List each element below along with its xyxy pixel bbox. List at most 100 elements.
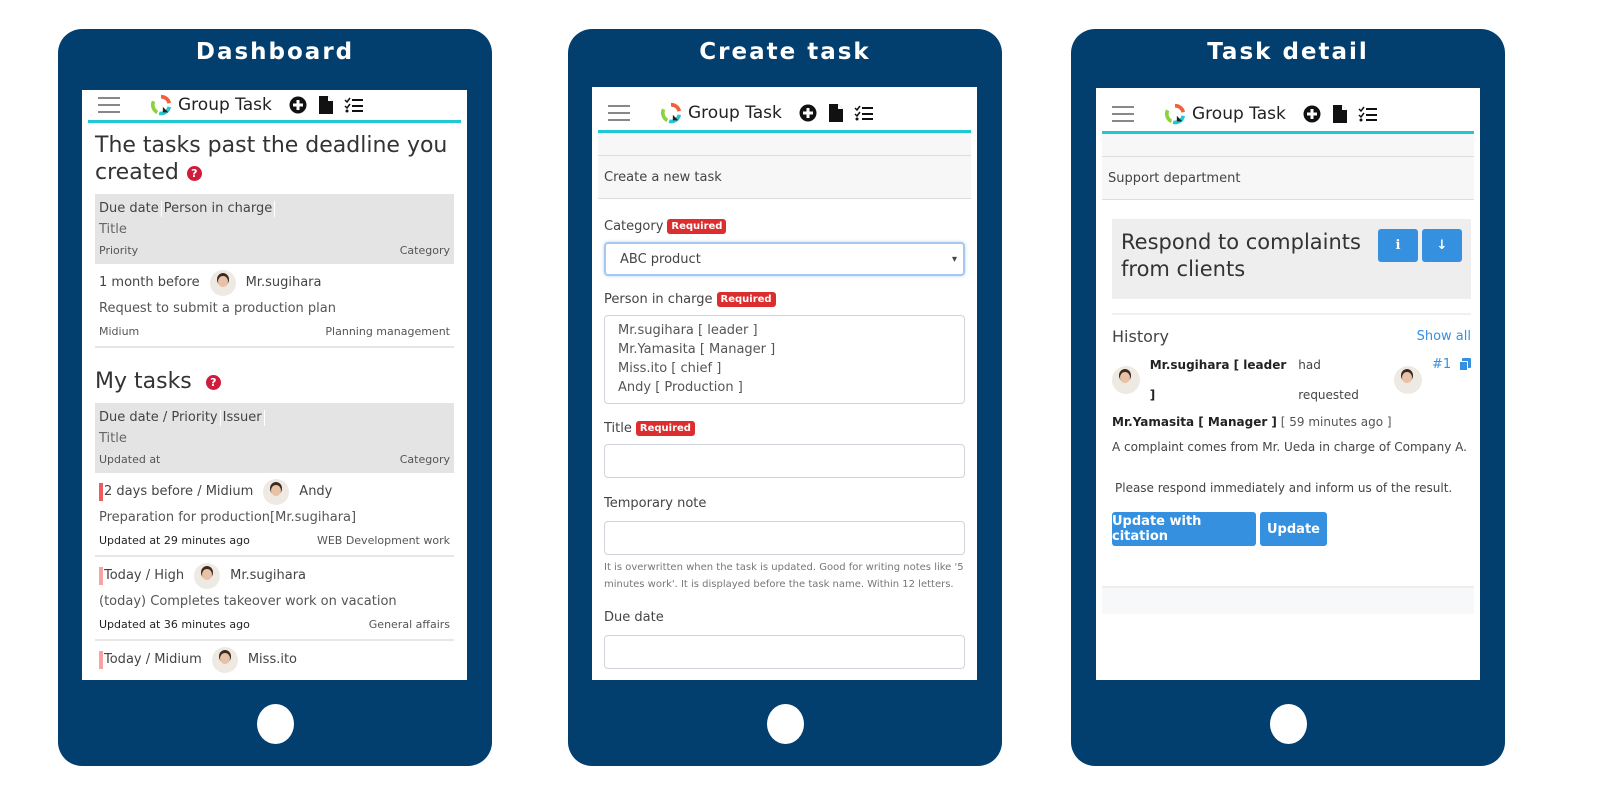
brand-name[interactable]: Group Task (688, 103, 782, 123)
spacer-bar (598, 133, 971, 155)
header-updated-at[interactable]: Updated at (99, 450, 160, 470)
category-label: Category (604, 219, 664, 234)
history-time: [ 59 minutes ago ] (1280, 415, 1392, 429)
file-icon[interactable] (1330, 104, 1350, 124)
plus-circle-icon[interactable] (1302, 104, 1322, 124)
header-person[interactable]: Person in charge (164, 201, 273, 216)
arrow-down-icon: ↓ (1436, 238, 1448, 253)
header-title[interactable]: Title (99, 219, 450, 241)
header-category[interactable]: Category (400, 241, 450, 261)
table-row[interactable]: 1 month before Mr.sugihara Request to sub… (95, 264, 454, 348)
spacer-bar (1102, 134, 1474, 156)
due-marker (99, 651, 103, 669)
menu-icon[interactable] (608, 104, 630, 121)
task-title[interactable]: Preparation for production[Mr.sugihara] (99, 505, 450, 531)
brand-name[interactable]: Group Task (178, 95, 272, 115)
history-verb: had requested (1298, 358, 1359, 402)
department-label: Support department (1102, 156, 1474, 200)
task-title[interactable]: (today) Completes takeover work on vacat… (99, 589, 450, 615)
person-name: Mr.sugihara (245, 275, 322, 290)
logo-icon (151, 94, 172, 116)
header-category[interactable]: Category (400, 450, 450, 470)
due-date-input[interactable] (604, 635, 965, 669)
category-select[interactable]: ABC product ▾ (604, 242, 965, 276)
note-label: Temporary note (604, 496, 707, 511)
person-name: Miss.ito (247, 652, 298, 667)
history-number-link[interactable]: #1 (1432, 350, 1451, 380)
menu-icon[interactable] (1112, 105, 1134, 122)
logo-icon (1165, 103, 1186, 124)
person-name: Mr.sugihara (230, 568, 307, 583)
history-body-line1: A complaint comes from Mr. Ueda in charg… (1112, 440, 1467, 454)
screen-create-task: Group Task Create a new task Category Req… (592, 87, 977, 680)
help-icon[interactable]: ? (186, 165, 202, 181)
person-option[interactable]: Mr.sugihara [ leader ] (618, 321, 951, 340)
home-button[interactable] (257, 704, 294, 744)
due-date: Today / Midium (104, 652, 202, 667)
brand-name[interactable]: Group Task (1192, 104, 1286, 124)
avatar (211, 647, 238, 673)
update-with-citation-button[interactable]: Update with citation (1112, 512, 1256, 546)
person-option[interactable]: Miss.ito [ chief ] (618, 359, 951, 378)
task-title: Respond to complaints from clients (1121, 230, 1361, 281)
file-icon[interactable] (826, 103, 846, 123)
home-button[interactable] (767, 704, 804, 744)
task-title-card: Respond to complaints from clients i ↓ (1112, 219, 1471, 299)
info-button[interactable]: i (1378, 229, 1418, 262)
section-title-past-deadline: The tasks past the deadline you created? (95, 133, 448, 185)
due-date: Today / High (104, 568, 185, 583)
avatar (263, 479, 290, 505)
checklist-icon[interactable] (854, 103, 874, 123)
top-navbar: Group Task (598, 87, 971, 133)
table-row[interactable]: Today / High Mr.sugihara (today) Complete… (95, 557, 454, 641)
checklist-icon[interactable] (344, 95, 364, 115)
due-date: 1 month before (99, 275, 200, 290)
checklist-icon[interactable] (1358, 104, 1378, 124)
title-label: Title (604, 421, 632, 436)
required-badge: Required (716, 292, 776, 307)
avatar (194, 563, 221, 589)
task-title[interactable]: Request to submit a production plan (99, 296, 450, 322)
file-icon[interactable] (316, 95, 336, 115)
priority: Midium (99, 325, 140, 338)
person-option[interactable]: Andy [ Production ] (618, 378, 951, 397)
table-row[interactable]: Today / Midium Miss.ito (95, 641, 454, 677)
copy-icon[interactable] (1459, 358, 1472, 371)
header-due-date[interactable]: Due date (99, 201, 159, 216)
header-due-priority[interactable]: Due date / Priority (99, 410, 218, 425)
top-navbar: Group Task (88, 90, 461, 123)
title-input[interactable] (604, 444, 965, 478)
temporary-note-input[interactable] (604, 521, 965, 555)
plus-circle-icon[interactable] (288, 95, 308, 115)
header-priority[interactable]: Priority (99, 241, 138, 261)
history-from: Mr.sugihara [ leader ] (1149, 358, 1287, 402)
category-value: ABC product (620, 251, 701, 267)
section-title-my-tasks: My tasks? (95, 368, 454, 395)
update-button[interactable]: Update (1260, 512, 1327, 546)
home-button[interactable] (1270, 704, 1307, 744)
due-date: 2 days before / Midium (104, 484, 254, 499)
table-row[interactable]: 2 days before / Midium Andy Preparation f… (95, 473, 454, 557)
overdue-marker (99, 483, 103, 501)
required-badge: Required (635, 421, 695, 436)
chevron-down-icon: ▾ (951, 253, 957, 265)
header-issuer[interactable]: Issuer (223, 410, 262, 425)
caption-create-task: Create task (699, 39, 871, 65)
header-title[interactable]: Title (99, 428, 450, 450)
scroll-down-button[interactable]: ↓ (1422, 229, 1462, 262)
device-create-task: Create task Group Task Create a new task… (568, 29, 1002, 766)
help-icon[interactable]: ? (205, 374, 221, 390)
caption-task-detail: Task detail (1207, 39, 1369, 65)
footer-bar (1102, 586, 1474, 614)
person-multiselect[interactable]: Mr.sugihara [ leader ] Mr.Yamasita [ Man… (604, 315, 965, 404)
menu-icon[interactable] (98, 97, 120, 113)
top-navbar: Group Task (1102, 88, 1474, 134)
person-label: Person in charge (604, 292, 713, 307)
history-heading: History (1112, 327, 1169, 346)
device-dashboard: Dashboard Group Task The tasks past the … (58, 29, 492, 766)
person-option[interactable]: Mr.Yamasita [ Manager ] (618, 340, 951, 359)
plus-circle-icon[interactable] (798, 103, 818, 123)
category: Planning management (325, 325, 450, 338)
show-all-link[interactable]: Show all (1417, 329, 1471, 344)
updated-at: Updated at 29 minutes ago (99, 534, 250, 547)
